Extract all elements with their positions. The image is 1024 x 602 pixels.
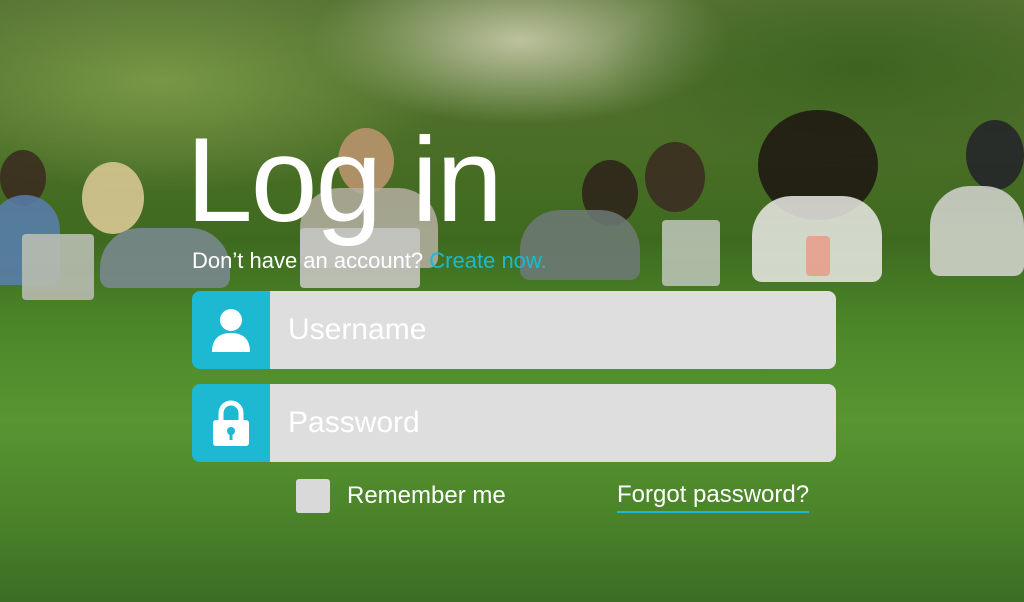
forgot-password-link[interactable]: Forgot password? bbox=[617, 481, 810, 513]
create-account-link[interactable]: Create now. bbox=[429, 248, 546, 273]
no-account-text: Don’t have an account? bbox=[192, 248, 424, 273]
username-input[interactable] bbox=[270, 291, 836, 369]
username-field[interactable] bbox=[192, 291, 836, 369]
signup-prompt: Don’t have an account? Create now. bbox=[192, 248, 547, 274]
remember-me: Remember me bbox=[296, 479, 506, 513]
lock-icon bbox=[192, 384, 270, 462]
remember-me-label: Remember me bbox=[347, 482, 506, 509]
page-title: Log in bbox=[186, 113, 503, 247]
user-icon bbox=[192, 291, 270, 369]
remember-me-checkbox[interactable] bbox=[296, 479, 330, 513]
password-input[interactable] bbox=[270, 384, 836, 462]
password-field[interactable] bbox=[192, 384, 836, 462]
